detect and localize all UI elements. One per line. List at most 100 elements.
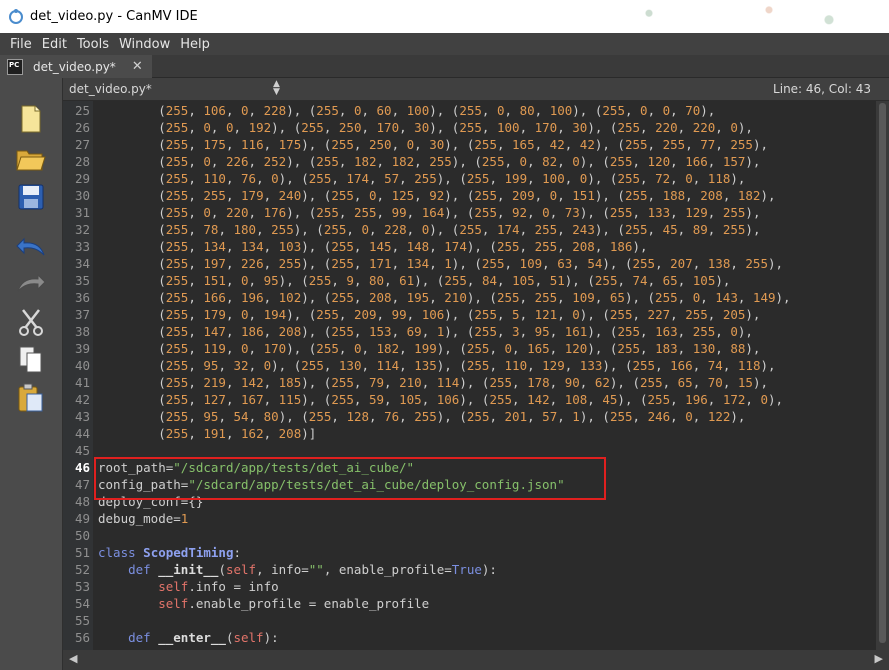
code-text[interactable]: (255, 0, 0, 192), (255, 250, 170, 30), (…	[98, 119, 753, 136]
menu-tools[interactable]: Tools	[77, 37, 109, 52]
line-number: 44	[74, 426, 90, 441]
code-line[interactable]: 42 (255, 127, 167, 115), (255, 59, 105, …	[63, 391, 876, 408]
redo-icon[interactable]	[16, 267, 46, 297]
line-number: 38	[74, 324, 90, 339]
copy-icon[interactable]	[16, 345, 46, 375]
horizontal-scrollbar[interactable]: ◀ ▶	[63, 650, 889, 670]
code-line[interactable]: 34 (255, 197, 226, 255), (255, 171, 134,…	[63, 255, 876, 272]
code-text[interactable]: (255, 106, 0, 228), (255, 0, 60, 100), (…	[98, 102, 715, 119]
file-selector[interactable]: det_video.py*	[69, 82, 152, 96]
line-number: 33	[74, 239, 90, 254]
line-number: 47	[74, 477, 90, 492]
code-editor[interactable]: 25 (255, 106, 0, 228), (255, 0, 60, 100)…	[63, 101, 876, 650]
code-text[interactable]: def __init__(self, info="", enable_profi…	[98, 561, 497, 578]
line-number: 46	[74, 460, 90, 475]
code-line[interactable]: 55	[63, 612, 876, 629]
code-text[interactable]: (255, 219, 142, 185), (255, 79, 210, 114…	[98, 374, 768, 391]
code-text[interactable]: (255, 134, 134, 103), (255, 145, 148, 17…	[98, 238, 647, 255]
code-text[interactable]: (255, 95, 54, 80), (255, 128, 76, 255), …	[98, 408, 745, 425]
line-number: 43	[74, 409, 90, 424]
code-line[interactable]: 50	[63, 527, 876, 544]
scroll-right-icon[interactable]: ▶	[875, 652, 883, 665]
tab-det-video[interactable]: PC det_video.py* ✕	[0, 55, 152, 78]
code-line[interactable]: 28 (255, 0, 226, 252), (255, 182, 182, 2…	[63, 153, 876, 170]
code-line[interactable]: 52 def __init__(self, info="", enable_pr…	[63, 561, 876, 578]
code-text[interactable]: (255, 175, 116, 175), (255, 250, 0, 30),…	[98, 136, 768, 153]
code-line[interactable]: 39 (255, 119, 0, 170), (255, 0, 182, 199…	[63, 340, 876, 357]
code-text[interactable]: (255, 110, 76, 0), (255, 174, 57, 255), …	[98, 170, 745, 187]
line-number: 35	[74, 273, 90, 288]
line-number: 26	[74, 120, 90, 135]
open-folder-icon[interactable]	[16, 144, 46, 174]
code-text[interactable]: self.info = info	[98, 578, 278, 595]
vertical-scrollbar[interactable]	[876, 101, 889, 650]
code-text[interactable]: (255, 78, 180, 255), (255, 0, 228, 0), (…	[98, 221, 760, 238]
line-number: 54	[74, 596, 90, 611]
code-line[interactable]: 51 class ScopedTiming:	[63, 544, 876, 561]
menu-help[interactable]: Help	[180, 37, 210, 52]
code-text[interactable]: (255, 147, 186, 208), (255, 153, 69, 1),…	[98, 323, 753, 340]
code-line[interactable]: 37 (255, 179, 0, 194), (255, 209, 99, 10…	[63, 306, 876, 323]
code-text[interactable]: (255, 119, 0, 170), (255, 0, 182, 199), …	[98, 340, 760, 357]
code-text[interactable]: debug_mode=1	[98, 510, 188, 527]
code-line[interactable]: 27 (255, 175, 116, 175), (255, 250, 0, 3…	[63, 136, 876, 153]
title-bar-decoration	[589, 0, 889, 33]
code-line[interactable]: 53 self.info = info	[63, 578, 876, 595]
line-number: 56	[74, 630, 90, 645]
code-text[interactable]: self.enable_profile = enable_profile	[98, 595, 429, 612]
vertical-scroll-thumb[interactable]	[879, 103, 886, 643]
code-line[interactable]: 35 (255, 151, 0, 95), (255, 9, 80, 61), …	[63, 272, 876, 289]
file-selector-arrows-icon[interactable]: ▲ ▼	[273, 80, 280, 97]
code-line[interactable]: 36 (255, 166, 196, 102), (255, 208, 195,…	[63, 289, 876, 306]
paste-icon[interactable]	[16, 383, 46, 413]
cut-icon[interactable]	[16, 307, 46, 337]
code-text[interactable]: (255, 166, 196, 102), (255, 208, 195, 21…	[98, 289, 790, 306]
code-text[interactable]: (255, 197, 226, 255), (255, 171, 134, 1)…	[98, 255, 783, 272]
close-tab-icon[interactable]: ✕	[132, 59, 143, 74]
menu-bar: File Edit Tools Window Help	[0, 33, 889, 55]
new-file-icon[interactable]	[16, 104, 46, 134]
menu-edit[interactable]: Edit	[42, 37, 67, 52]
window-title: det_video.py - CanMV IDE	[30, 9, 198, 24]
code-text[interactable]: (255, 151, 0, 95), (255, 9, 80, 61), (25…	[98, 272, 730, 289]
code-line[interactable]: 29 (255, 110, 76, 0), (255, 174, 57, 255…	[63, 170, 876, 187]
code-line[interactable]: 49 debug_mode=1	[63, 510, 876, 527]
code-line[interactable]: 54 self.enable_profile = enable_profile	[63, 595, 876, 612]
code-text[interactable]: (255, 191, 162, 208)]	[98, 425, 316, 442]
line-number: 31	[74, 205, 90, 220]
line-number: 51	[74, 545, 90, 560]
code-text[interactable]: (255, 127, 167, 115), (255, 59, 105, 106…	[98, 391, 783, 408]
code-text[interactable]: def __enter__(self):	[98, 629, 279, 646]
code-line[interactable]: 41 (255, 219, 142, 185), (255, 79, 210, …	[63, 374, 876, 391]
code-text[interactable]: (255, 95, 32, 0), (255, 130, 114, 135), …	[98, 357, 775, 374]
editor-header: det_video.py* ▲ ▼ Line: 46, Col: 43	[63, 78, 889, 101]
line-number: 42	[74, 392, 90, 407]
code-text[interactable]: (255, 0, 220, 176), (255, 255, 99, 164),…	[98, 204, 760, 221]
code-line[interactable]: 40 (255, 95, 32, 0), (255, 130, 114, 135…	[63, 357, 876, 374]
code-line[interactable]: 30 (255, 255, 179, 240), (255, 0, 125, 9…	[63, 187, 876, 204]
code-line[interactable]: 33 (255, 134, 134, 103), (255, 145, 148,…	[63, 238, 876, 255]
save-icon[interactable]	[16, 182, 46, 212]
menu-file[interactable]: File	[10, 37, 32, 52]
code-line[interactable]: 44 (255, 191, 162, 208)]	[63, 425, 876, 442]
scroll-left-icon[interactable]: ◀	[69, 652, 77, 665]
code-line[interactable]: 31 (255, 0, 220, 176), (255, 255, 99, 16…	[63, 204, 876, 221]
line-number: 53	[74, 579, 90, 594]
code-text[interactable]: (255, 179, 0, 194), (255, 209, 99, 106),…	[98, 306, 760, 323]
code-text[interactable]: (255, 255, 179, 240), (255, 0, 125, 92),…	[98, 187, 775, 204]
code-line[interactable]: 26 (255, 0, 0, 192), (255, 250, 170, 30)…	[63, 119, 876, 136]
code-text[interactable]: class ScopedTiming:	[98, 544, 241, 561]
code-line[interactable]: 32 (255, 78, 180, 255), (255, 0, 228, 0)…	[63, 221, 876, 238]
code-text[interactable]: (255, 0, 226, 252), (255, 182, 182, 255)…	[98, 153, 760, 170]
menu-window[interactable]: Window	[119, 37, 170, 52]
code-line[interactable]: 56 def __enter__(self):	[63, 629, 876, 646]
python-file-icon: PC	[7, 58, 23, 75]
undo-icon[interactable]	[16, 231, 46, 261]
line-number: 52	[74, 562, 90, 577]
line-number: 32	[74, 222, 90, 237]
line-number: 36	[74, 290, 90, 305]
code-line[interactable]: 25 (255, 106, 0, 228), (255, 0, 60, 100)…	[63, 102, 876, 119]
code-line[interactable]: 38 (255, 147, 186, 208), (255, 153, 69, …	[63, 323, 876, 340]
line-number: 28	[74, 154, 90, 169]
code-line[interactable]: 43 (255, 95, 54, 80), (255, 128, 76, 255…	[63, 408, 876, 425]
